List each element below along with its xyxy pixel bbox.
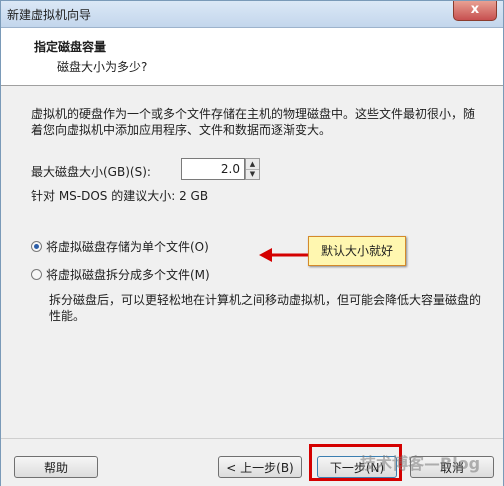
window-title: 新建虚拟机向导	[7, 8, 92, 22]
option-single-file[interactable]: 将虚拟磁盘存储为单个文件(O)	[31, 238, 209, 255]
callout-arrow-icon	[259, 248, 309, 262]
stepper-down-icon[interactable]: ▼	[246, 169, 259, 179]
close-button[interactable]: x	[453, 1, 497, 21]
help-button[interactable]: 帮助	[14, 456, 98, 478]
option-single-label[interactable]: 将虚拟磁盘存储为单个文件(O)	[46, 240, 209, 254]
disk-size-input[interactable]: 2.0	[181, 158, 245, 180]
wizard-header: 指定磁盘容量 磁盘大小为多少?	[1, 28, 503, 86]
annotation-callout: 默认大小就好	[308, 236, 406, 266]
option-split-files[interactable]: 将虚拟磁盘拆分成多个文件(M)	[31, 266, 210, 283]
stepper-buttons: ▲ ▼	[245, 158, 260, 180]
recommendation-text: 针对 MS-DOS 的建议大小: 2 GB	[31, 189, 209, 203]
option-split-label[interactable]: 将虚拟磁盘拆分成多个文件(M)	[46, 268, 210, 282]
page-subtitle: 磁盘大小为多少?	[57, 60, 148, 74]
disk-size-stepper[interactable]: 2.0 ▲ ▼	[181, 158, 260, 180]
radio-unselected-icon[interactable]	[31, 269, 42, 280]
wizard-window: 新建虚拟机向导 x 指定磁盘容量 磁盘大小为多少? 虚拟机的硬盘作为一个或多个文…	[0, 0, 504, 486]
description-text: 虚拟机的硬盘作为一个或多个文件存储在主机的物理磁盘中。这些文件最初很小，随着您向…	[31, 107, 476, 137]
title-bar: 新建虚拟机向导 x	[1, 1, 503, 28]
radio-selected-icon[interactable]	[31, 241, 42, 252]
back-button[interactable]: < 上一步(B)	[218, 456, 302, 478]
page-title: 指定磁盘容量	[34, 40, 107, 54]
watermark-text: 技术博客—Blog	[360, 454, 481, 473]
max-disk-label: 最大磁盘大小(GB)(S):	[31, 165, 151, 179]
wizard-body: 虚拟机的硬盘作为一个或多个文件存储在主机的物理磁盘中。这些文件最初很小，随着您向…	[1, 86, 503, 438]
split-note-text: 拆分磁盘后，可以更轻松地在计算机之间移动虚拟机，但可能会降低大容量磁盘的性能。	[49, 293, 482, 323]
